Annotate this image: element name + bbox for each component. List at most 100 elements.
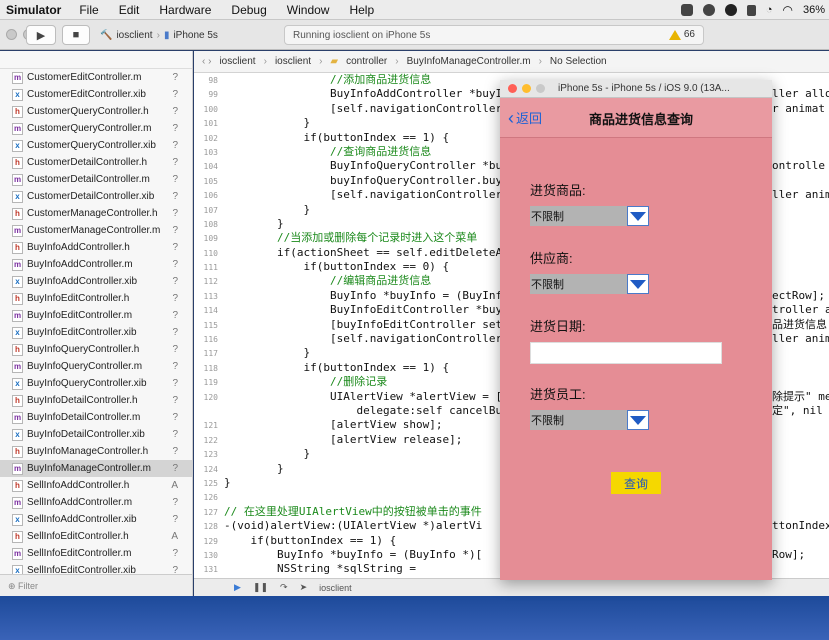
- code-text: }: [224, 116, 311, 130]
- file-row[interactable]: m BuyInfoEditController.m?: [0, 307, 192, 324]
- file-status: ?: [172, 276, 178, 287]
- jump-item-project[interactable]: iosclient: [219, 56, 255, 67]
- file-row[interactable]: h SellInfoAddController.h A: [0, 477, 192, 494]
- file-row[interactable]: h CustomerQueryController.h?: [0, 103, 192, 120]
- file-row[interactable]: x BuyInfoEditController.xib?: [0, 324, 192, 341]
- file-row[interactable]: m BuyInfoAddController.m?: [0, 256, 192, 273]
- filter-input[interactable]: Filter: [18, 581, 38, 591]
- activity-status: Running iosclient on iPhone 5s 66: [284, 25, 704, 45]
- file-row[interactable]: m CustomerDetailController.m?: [0, 171, 192, 188]
- file-row[interactable]: m BuyInfoDetailController.m?: [0, 409, 192, 426]
- pause-icon[interactable]: ❚❚: [253, 582, 268, 593]
- close-window-button[interactable]: [6, 29, 17, 40]
- file-row[interactable]: m CustomerManageController.m?: [0, 222, 192, 239]
- file-name: SellInfoEditController.h: [27, 531, 129, 542]
- file-row[interactable]: h CustomerDetailController.h?: [0, 154, 192, 171]
- query-button[interactable]: 查询: [611, 472, 661, 494]
- file-name: CustomerEditController.xib: [27, 89, 146, 100]
- sim-minimize-button[interactable]: [522, 84, 531, 93]
- file-row[interactable]: h CustomerManageController.h?: [0, 205, 192, 222]
- file-name: CustomerEditController.m: [27, 72, 142, 83]
- menu-extra-icon[interactable]: [680, 4, 693, 16]
- file-row[interactable]: x BuyInfoQueryController.xib?: [0, 375, 192, 392]
- staff-dropdown[interactable]: 不限制: [530, 410, 649, 430]
- app-menu[interactable]: Simulator: [6, 3, 61, 17]
- chevron-down-icon[interactable]: [627, 274, 649, 294]
- file-row[interactable]: m CustomerQueryController.m?: [0, 120, 192, 137]
- chevron-down-icon[interactable]: [627, 410, 649, 430]
- timer-icon[interactable]: ◔: [766, 4, 773, 16]
- lock-icon[interactable]: [746, 4, 756, 16]
- file-name: SellInfoEditController.m: [27, 548, 132, 559]
- code-text: [self.navigationController: [224, 332, 503, 346]
- line-number: 107: [203, 205, 218, 215]
- menu-debug[interactable]: Debug: [231, 3, 266, 17]
- jump-item-group[interactable]: iosclient: [275, 56, 311, 67]
- jump-item-folder[interactable]: controller: [346, 56, 387, 67]
- file-row[interactable]: h SellInfoEditController.h A: [0, 528, 192, 545]
- step-icon[interactable]: ↷: [280, 582, 288, 593]
- battery-percentage[interactable]: 36%: [803, 4, 825, 16]
- file-row[interactable]: x CustomerQueryController.xib?: [0, 137, 192, 154]
- page-title: 商品进货信息查询: [588, 112, 693, 127]
- file-row[interactable]: h BuyInfoQueryController.h?: [0, 341, 192, 358]
- sim-zoom-button[interactable]: [536, 84, 545, 93]
- warning-indicator[interactable]: 66: [668, 29, 695, 40]
- chevron-down-icon[interactable]: [627, 206, 649, 226]
- file-row[interactable]: x CustomerDetailController.xib?: [0, 188, 192, 205]
- code-text: }: [224, 447, 311, 461]
- code-text: BuyInfo *buyInfo = (BuyInfo: [224, 288, 509, 302]
- file-row[interactable]: h BuyInfoEditController.h?: [0, 290, 192, 307]
- file-row[interactable]: m CustomerEditController.m?: [0, 69, 192, 86]
- breakpoints-icon[interactable]: ▶: [234, 582, 241, 593]
- date-input[interactable]: [530, 342, 722, 364]
- scheme-target: iosclient: [116, 29, 153, 41]
- source-file-icon: m: [12, 547, 23, 560]
- stop-button[interactable]: ■: [62, 25, 90, 45]
- file-row[interactable]: h BuyInfoDetailController.h?: [0, 392, 192, 409]
- menu-window[interactable]: Window: [287, 3, 330, 17]
- code-text: BuyInfoAddController *buyIr: [224, 87, 509, 101]
- file-row[interactable]: m BuyInfoQueryController.m?: [0, 358, 192, 375]
- file-row[interactable]: x SellInfoAddController.xib?: [0, 511, 192, 528]
- status-menus: ◔ ◠ 36%: [680, 0, 825, 20]
- menu-file[interactable]: File: [79, 3, 98, 17]
- file-status: ?: [172, 361, 178, 372]
- jump-item-file[interactable]: BuyInfoManageController.m: [407, 56, 531, 67]
- simulator-window-controls: [508, 84, 545, 93]
- file-row[interactable]: x CustomerEditController.xib?: [0, 86, 192, 103]
- code-text: // 在这里处理UIAlertView中的按钮被单击的事件: [224, 504, 482, 518]
- wifi-icon[interactable]: ◠: [782, 3, 792, 17]
- steam-icon[interactable]: [724, 4, 737, 16]
- file-row[interactable]: m SellInfoEditController.m?: [0, 545, 192, 562]
- line-number: 118: [203, 363, 218, 373]
- line-number: 110: [203, 248, 218, 258]
- file-row[interactable]: m BuyInfoManageController.m?: [0, 460, 192, 477]
- file-row[interactable]: x BuyInfoDetailController.xib?: [0, 426, 192, 443]
- file-status: ?: [172, 106, 178, 117]
- wechat-icon[interactable]: [702, 4, 715, 16]
- file-row[interactable]: x BuyInfoAddController.xib?: [0, 273, 192, 290]
- file-name: BuyInfoDetailController.h: [27, 395, 138, 406]
- source-file-icon: m: [12, 462, 23, 475]
- file-row[interactable]: h BuyInfoAddController.h?: [0, 239, 192, 256]
- file-row[interactable]: m SellInfoAddController.m?: [0, 494, 192, 511]
- sim-close-button[interactable]: [508, 84, 517, 93]
- file-name: CustomerDetailController.xib: [27, 191, 155, 202]
- play-icon: ▶: [36, 29, 46, 42]
- jump-item-symbol[interactable]: No Selection: [550, 56, 607, 67]
- product-dropdown[interactable]: 不限制: [530, 206, 649, 226]
- location-icon[interactable]: ➤: [300, 582, 308, 593]
- run-button[interactable]: ▶: [26, 25, 56, 45]
- menu-hardware[interactable]: Hardware: [159, 3, 211, 17]
- file-row[interactable]: h BuyInfoManageController.h?: [0, 443, 192, 460]
- scheme-selector[interactable]: 🔨 iosclient › ▮ iPhone 5s: [100, 27, 218, 43]
- back-forward-icon[interactable]: ‹ ›: [202, 56, 211, 67]
- source-file-icon: m: [12, 360, 23, 373]
- filter-icon: ⊕: [8, 581, 19, 591]
- file-status: ?: [172, 242, 178, 253]
- menu-edit[interactable]: Edit: [119, 3, 140, 17]
- supplier-dropdown[interactable]: 不限制: [530, 274, 649, 294]
- menu-help[interactable]: Help: [349, 3, 374, 17]
- line-number: 116: [203, 335, 218, 345]
